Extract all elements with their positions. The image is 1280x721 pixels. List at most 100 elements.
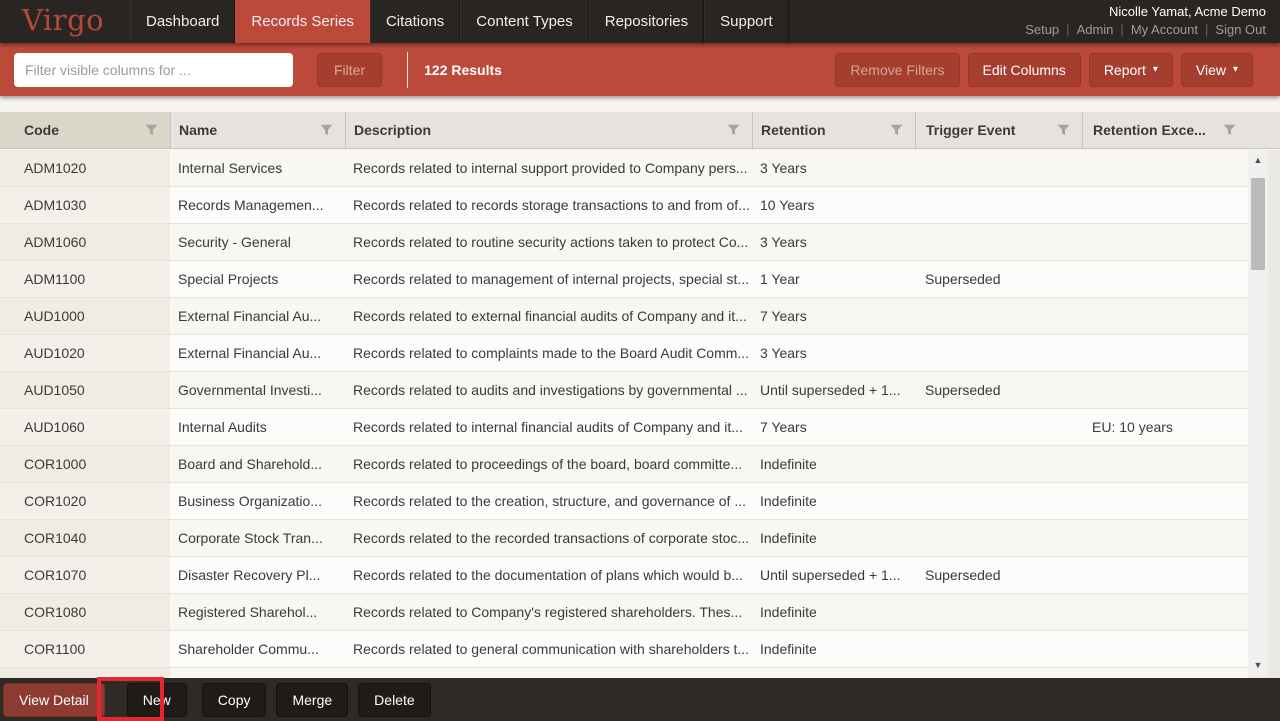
cell-name: Records Managemen... <box>178 197 324 213</box>
filter-funnel-icon[interactable] <box>145 124 158 136</box>
cell-description: Records related to audits and investigat… <box>353 382 748 398</box>
filter-button[interactable]: Filter <box>317 52 383 87</box>
view-detail-button[interactable]: View Detail <box>3 682 105 717</box>
filter-columns-input[interactable] <box>14 52 293 87</box>
chevron-down-icon: ▾ <box>1152 63 1158 75</box>
column-label: Retention Exce... <box>1093 122 1206 138</box>
footer-buttons: View Detail New Copy Merge Delete <box>3 682 441 717</box>
cell-retention-exceptions <box>1082 446 1248 482</box>
nav-tab-support[interactable]: Support <box>704 0 789 43</box>
table-row[interactable]: AUD1020 External Financial Au... Records r… <box>0 335 1248 372</box>
virgo-logo[interactable]: Virgo <box>0 0 130 43</box>
merge-button[interactable]: Merge <box>276 682 349 717</box>
table-row[interactable]: AUD1000 External Financial Au... Records r… <box>0 298 1248 335</box>
scrollbar-thumb[interactable] <box>1251 178 1265 270</box>
copy-button[interactable]: Copy <box>201 682 267 717</box>
column-header-retention[interactable]: Retention <box>752 112 915 148</box>
cell-retention-exceptions <box>1082 483 1248 519</box>
cell-retention-exceptions <box>1082 594 1248 630</box>
table-row[interactable]: COR1070 Disaster Recovery Pl... Records re… <box>0 557 1248 594</box>
report-label: Report <box>1103 61 1146 78</box>
table-row[interactable]: AUD1050 Governmental Investi... Records re… <box>0 372 1248 409</box>
cell-retention-exceptions <box>1082 298 1248 334</box>
cell-code: COR1000 <box>0 446 170 482</box>
user-link-admin[interactable]: Admin <box>1077 22 1114 37</box>
column-header-trigger-event[interactable]: Trigger Event <box>915 112 1082 148</box>
table-row[interactable]: COR1020 Business Organizatio... Records re… <box>0 483 1248 520</box>
table-row[interactable]: COR1080 Registered Sharehol... Records rel… <box>0 594 1248 631</box>
cell-code: COR1080 <box>0 594 170 630</box>
report-dropdown-button[interactable]: Report ▾ <box>1088 52 1173 87</box>
view-dropdown-button[interactable]: View ▾ <box>1180 52 1253 87</box>
nav-tab-citations[interactable]: Citations <box>369 0 461 43</box>
cell-trigger-event <box>915 446 1082 482</box>
scroll-down-icon[interactable]: ▼ <box>1248 660 1268 670</box>
cell-trigger-event <box>915 483 1082 519</box>
column-header-code[interactable]: Code <box>0 112 170 148</box>
cell-description: Records related to the documentation of … <box>353 567 743 583</box>
column-header-description[interactable]: Description <box>345 112 752 148</box>
scrollbar-filler <box>1268 150 1280 678</box>
cell-retention-exceptions <box>1082 631 1248 667</box>
filter-funnel-icon[interactable] <box>890 124 903 136</box>
cell-description: Records related to the recorded transact… <box>353 530 750 546</box>
cell-trigger-event <box>915 409 1082 445</box>
edit-columns-button[interactable]: Edit Columns <box>967 52 1081 87</box>
user-link-my-account[interactable]: My Account <box>1131 22 1198 37</box>
cell-retention: 3 Years <box>760 345 807 361</box>
cell-retention: Until superseded + 1... <box>760 382 901 398</box>
user-link-setup[interactable]: Setup <box>1025 22 1059 37</box>
table-row[interactable]: ADM1060 Security - General Records related… <box>0 224 1248 261</box>
chevron-down-icon: ▾ <box>1232 63 1238 75</box>
cell-name: External Financial Au... <box>178 345 322 361</box>
cell-retention-exceptions <box>1082 520 1248 556</box>
table-row[interactable]: COR1040 Corporate Stock Tran... Records re… <box>0 520 1248 557</box>
cell-retention: Indefinite <box>760 604 817 620</box>
column-label: Description <box>354 122 432 138</box>
user-link-sign-out[interactable]: Sign Out <box>1215 22 1266 37</box>
column-header-name[interactable]: Name <box>170 112 345 148</box>
user-name: Nicolle Yamat, Acme Demo <box>1108 4 1266 19</box>
column-label: Name <box>179 122 218 138</box>
new-button[interactable]: New <box>126 682 187 717</box>
cell-description: Records related to general communication… <box>353 641 750 657</box>
filter-funnel-icon[interactable] <box>727 124 740 136</box>
table-row[interactable]: ADM1020 Internal Services Records related … <box>0 150 1248 187</box>
cell-name: Governmental Investi... <box>178 382 322 398</box>
table-row[interactable]: COR1000 Board and Sharehold... Records rel… <box>0 446 1248 483</box>
remove-filters-button[interactable]: Remove Filters <box>835 52 960 87</box>
table-row[interactable]: ADM1100 Special Projects Records related t… <box>0 261 1248 298</box>
filter-funnel-icon[interactable] <box>1057 124 1070 136</box>
nav-tab-repositories[interactable]: Repositories <box>588 0 705 43</box>
delete-button[interactable]: Delete <box>358 682 431 717</box>
cell-name: Internal Services <box>178 160 283 176</box>
user-area: Nicolle Yamat, Acme Demo Setup | Admin | My … <box>1025 3 1266 38</box>
cell-code: ADM1060 <box>0 224 170 260</box>
nav-tab-records-series[interactable]: Records Series <box>235 0 370 43</box>
cell-description: Records related to internal support prov… <box>353 160 748 176</box>
cell-code: AUD1060 <box>0 409 170 445</box>
scroll-up-icon[interactable]: ▲ <box>1248 155 1268 165</box>
column-label: Code <box>24 122 59 138</box>
column-label: Retention <box>761 122 826 138</box>
cell-retention: 7 Years <box>760 308 807 324</box>
column-header-retention-exce[interactable]: Retention Exce... <box>1082 112 1248 148</box>
cell-retention-exceptions <box>1082 187 1248 223</box>
table-row[interactable]: COR1100 Shareholder Commu... Records relat… <box>0 631 1248 668</box>
nav-tab-content-types[interactable]: Content Types <box>460 0 589 43</box>
cell-retention: 7 Years <box>760 419 807 435</box>
cell-description: Records related to the creation, structu… <box>353 493 746 509</box>
nav-tab-dashboard[interactable]: Dashboard <box>130 0 236 43</box>
cell-retention-exceptions: EU: 10 years <box>1092 419 1173 435</box>
cell-retention-exceptions <box>1082 224 1248 260</box>
cell-trigger-event <box>915 224 1082 260</box>
cell-trigger-event: Superseded <box>925 382 1001 398</box>
cell-description: Records related to routine security acti… <box>353 234 749 250</box>
filter-funnel-icon[interactable] <box>320 124 333 136</box>
cell-description: Records related to external financial au… <box>353 308 747 324</box>
filter-funnel-icon[interactable] <box>1223 124 1236 136</box>
table-row[interactable]: AUD1060 Internal Audits Records related to… <box>0 409 1248 446</box>
cell-description: Records related to proceedings of the bo… <box>353 456 743 472</box>
cell-code: COR1040 <box>0 520 170 556</box>
table-row[interactable]: ADM1030 Records Managemen... Records relat… <box>0 187 1248 224</box>
